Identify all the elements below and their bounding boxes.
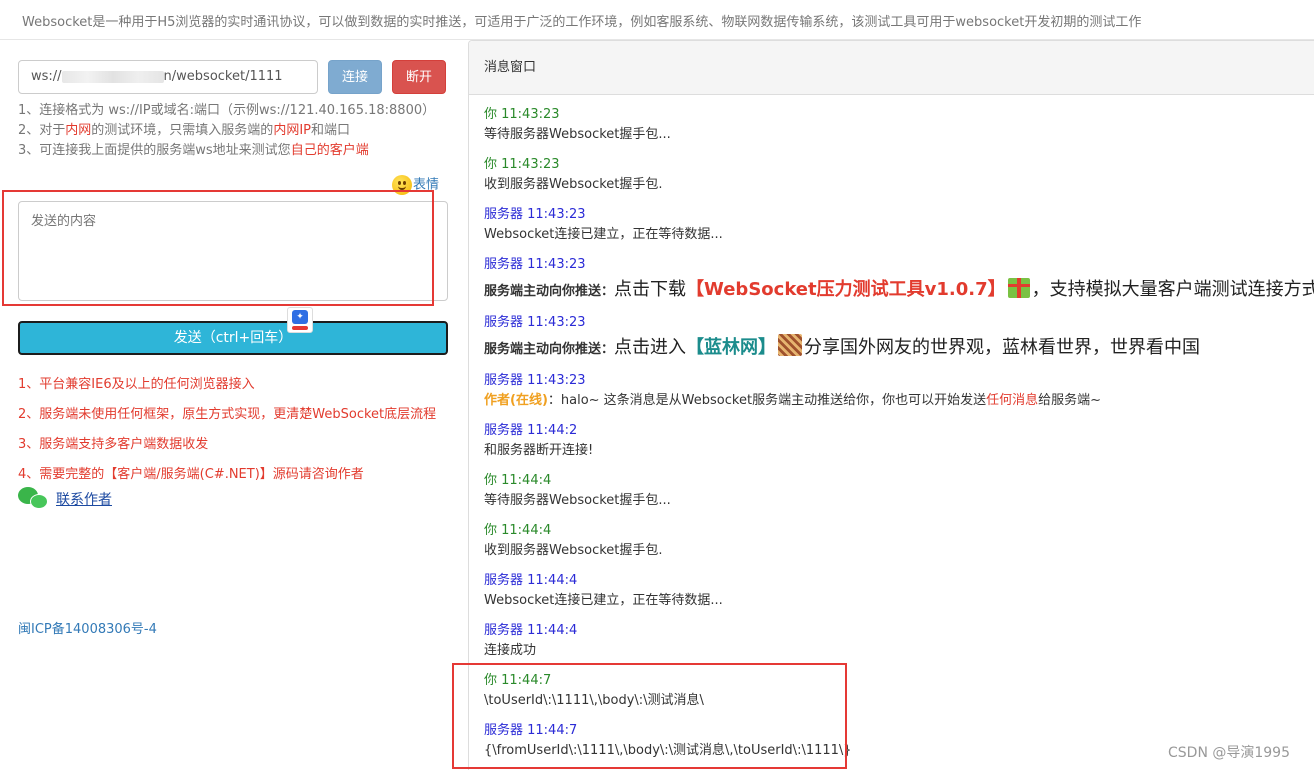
tip-highlight: 内网 (65, 123, 92, 138)
message-input[interactable] (18, 201, 448, 301)
feature-item: 2、服务端未使用任何框架，原生方式实现，更清楚WebSocket底层流程 (18, 407, 437, 422)
message-sender: 服务器 11:44:4 (484, 573, 578, 588)
tip-text: 的测试环境，只需填入服务端的 (91, 123, 274, 138)
author-text: ：halo~ 这条消息是从Websocket服务端主动推送给你，你也可以开始发送 (547, 393, 987, 408)
top-intro-bar: Websocket是一种用于H5浏览器的实时通讯协议，可以做到数据的实时推送，可… (0, 0, 1314, 40)
message-text: 作者(在线)：halo~ 这条消息是从Websocket服务端主动推送给你，你也… (484, 391, 1314, 411)
message-item: 你 11:43:23 收到服务器Websocket握手包. (484, 155, 1314, 205)
tip-highlight: 内网IP (273, 123, 311, 138)
message-sender: 你 11:44:4 (484, 523, 552, 538)
push-pre: 点击下载 (614, 279, 687, 300)
emoji-label: 表情 (413, 177, 440, 193)
contact-author: 联系作者 (18, 486, 112, 514)
tip-line: 3、可连接我上面提供的服务端ws地址来测试您自己的客户端 (18, 141, 435, 161)
push-label: 服务端主动向你推送： (484, 342, 615, 357)
message-text: 收到服务器Websocket握手包. (484, 543, 663, 558)
connect-button[interactable]: 连接 (328, 60, 382, 94)
left-column: ws:// n/websocket/1111 连接 断开 1、连接格式为 ws:/… (0, 40, 468, 770)
author-label: 作者(在线) (484, 393, 548, 408)
panel-title: 消息窗口 (469, 41, 1314, 95)
message-text: Websocket连接已建立，正在等待数据... (484, 227, 723, 242)
message-sender: 服务器 11:43:23 (484, 207, 586, 222)
message-sender: 服务器 11:44:4 (484, 623, 578, 638)
message-text: Websocket连接已建立，正在等待数据... (484, 593, 723, 608)
blurred-host (61, 70, 164, 83)
message-text: 服务端主动向你推送：点击下载【WebSocket压力测试工具v1.0.7】 ，支持… (484, 275, 1314, 307)
message-text: 连接成功 (484, 643, 537, 658)
message-item: 服务器 11:43:23 作者(在线)：halo~ 这条消息是从Websocket… (484, 371, 1314, 421)
wechat-icon (18, 486, 50, 512)
author-text-end: 给服务端~ (1038, 393, 1101, 408)
tip-text: 3、可连接我上面提供的服务端ws地址来测试您 (18, 143, 291, 158)
tip-highlight: 自己的客户端 (290, 143, 369, 158)
send-button[interactable]: 发送（ctrl+回车） (18, 321, 448, 355)
message-panel: 消息窗口 你 11:43:23 等待服务器Websocket握手包... 你 11:… (468, 40, 1314, 770)
url-prefix: ws:// (31, 69, 62, 84)
message-item: 你 11:44:7 \toUserId\:\1111\,\body\:\测试消息\ (484, 671, 1314, 721)
message-sender: 你 11:43:23 (484, 107, 560, 122)
push-post: 分享国外网友的世界观，蓝林看世界，世界看中国 (804, 337, 1201, 358)
extension-badge-icon: ✦ (287, 307, 313, 333)
push-label: 服务端主动向你推送： (484, 284, 615, 299)
message-sender: 服务器 11:44:2 (484, 423, 578, 438)
message-sender: 你 11:44:7 (484, 673, 552, 688)
tip-text: 1、连接格式为 ws://IP或域名:端口（示例ws://121.40.165.… (18, 103, 436, 118)
message-text: 服务端主动向你推送：点击进入【蓝林网】 分享国外网友的世界观，蓝林看世界，世界看中… (484, 333, 1314, 365)
smiley-icon (392, 175, 412, 195)
gift-icon (1007, 278, 1030, 298)
message-sender: 服务器 11:43:23 (484, 315, 586, 330)
feature-item: 3、服务端支持多客户端数据收发 (18, 437, 209, 452)
author-highlight: 任何消息 (986, 393, 1039, 408)
message-text: \toUserId\:\1111\,\body\:\测试消息\ (484, 693, 704, 708)
message-sender: 服务器 11:44:7 (484, 723, 578, 738)
message-text: 和服务器断开连接! (484, 443, 594, 458)
message-text: 等待服务器Websocket握手包... (484, 493, 671, 508)
ws-url-input[interactable]: ws:// n/websocket/1111 (18, 60, 318, 94)
push-link[interactable]: 【WebSocket压力测试工具v1.0.7】 (686, 279, 1006, 300)
icp-link[interactable]: 闽ICP备14008306号-4 (18, 618, 157, 637)
feature-item: 1、平台兼容IE6及以上的任何浏览器接入 (18, 377, 255, 392)
push-post: ，支持模拟大量客户端测试连接方式 (1031, 279, 1314, 300)
message-sender: 服务器 11:43:23 (484, 373, 586, 388)
message-text: 收到服务器Websocket握手包. (484, 177, 663, 192)
push-pre: 点击进入 (614, 337, 687, 358)
tip-line: 2、对于内网的测试环境，只需填入服务端的内网IP和端口 (18, 121, 435, 141)
tip-text: 和端口 (311, 123, 351, 138)
message-item: 你 11:44:4 等待服务器Websocket握手包... (484, 471, 1314, 521)
message-item: 服务器 11:44:2 和服务器断开连接! (484, 421, 1314, 471)
message-sender: 你 11:44:4 (484, 473, 552, 488)
site-thumbnail-icon (778, 334, 803, 356)
url-suffix: n/websocket/1111 (163, 69, 283, 84)
push-link[interactable]: 【蓝林网】 (686, 337, 776, 358)
message-sender: 你 11:43:23 (484, 157, 560, 172)
message-item: 服务器 11:43:23 服务端主动向你推送：点击下载【WebSocket压力测试… (484, 255, 1314, 313)
connection-tips: 1、连接格式为 ws://IP或域名:端口（示例ws://121.40.165.… (18, 101, 435, 161)
feature-list: 1、平台兼容IE6及以上的任何浏览器接入 2、服务端未使用任何框架，原生方式实现… (18, 370, 436, 490)
tip-line: 1、连接格式为 ws://IP或域名:端口（示例ws://121.40.165.… (18, 101, 435, 121)
message-item: 服务器 11:43:23 服务端主动向你推送：点击进入【蓝林网】 分享国外网友的世界… (484, 313, 1314, 371)
message-list[interactable]: 你 11:43:23 等待服务器Websocket握手包... 你 11:43:23… (484, 105, 1314, 770)
message-item: 服务器 11:43:23 Websocket连接已建立，正在等待数据... (484, 205, 1314, 255)
message-item: 你 11:43:23 等待服务器Websocket握手包... (484, 105, 1314, 155)
tip-text: 2、对于 (18, 123, 66, 138)
message-sender: 服务器 11:43:23 (484, 257, 586, 272)
message-item: 你 11:44:4 收到服务器Websocket握手包. (484, 521, 1314, 571)
message-item: 服务器 11:44:4 Websocket连接已建立，正在等待数据... (484, 571, 1314, 621)
emoji-button[interactable]: 表情 (392, 175, 439, 196)
watermark: CSDN @导演1995 (1168, 745, 1290, 761)
message-item: 服务器 11:44:4 连接成功 (484, 621, 1314, 671)
intro-text: Websocket是一种用于H5浏览器的实时通讯协议，可以做到数据的实时推送，可… (22, 15, 1142, 30)
contact-author-link[interactable]: 联系作者 (56, 492, 112, 508)
disconnect-button[interactable]: 断开 (392, 60, 446, 94)
message-text: 等待服务器Websocket握手包... (484, 127, 671, 142)
